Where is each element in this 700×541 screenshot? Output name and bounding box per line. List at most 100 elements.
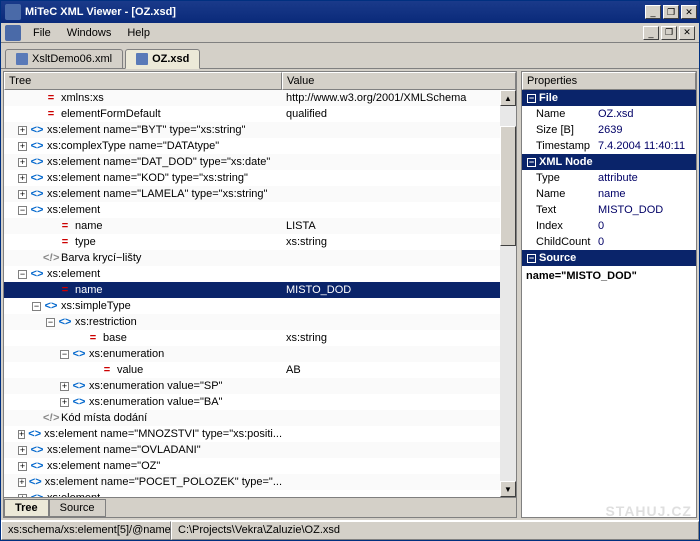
tree-body[interactable]: =xmlns:xshttp://www.w3.org/2001/XMLSchem…: [4, 90, 516, 497]
mdi-minimize-button[interactable]: _: [643, 26, 659, 40]
collapse-icon[interactable]: −: [527, 158, 536, 167]
prop-row[interactable]: TextMISTO_DOD: [522, 202, 696, 218]
tree-row[interactable]: =typexs:string: [4, 234, 516, 250]
tab-xsltdemo[interactable]: XsltDemo06.xml: [5, 49, 123, 68]
menu-help[interactable]: Help: [119, 25, 158, 41]
menu-file[interactable]: File: [25, 25, 59, 41]
tree-row[interactable]: +<>xs:element name="OVLADANI": [4, 442, 516, 458]
prop-row[interactable]: Typeattribute: [522, 170, 696, 186]
tree-row[interactable]: =nameLISTA: [4, 218, 516, 234]
prop-row[interactable]: Timestamp7.4.2004 11:40:11: [522, 138, 696, 154]
expand-icon[interactable]: +: [18, 142, 27, 151]
expand-icon[interactable]: +: [18, 174, 27, 183]
maximize-button[interactable]: ❐: [663, 5, 679, 19]
tree-row[interactable]: +<>xs:element name="KOD" type="xs:string…: [4, 170, 516, 186]
node-label: name: [75, 284, 103, 296]
tree-row[interactable]: −<>xs:element: [4, 266, 516, 282]
attr-icon: =: [100, 364, 114, 376]
tree-row[interactable]: +<>xs:complexType name="DATAtype": [4, 138, 516, 154]
node-label: xs:element: [47, 492, 100, 497]
tree-row[interactable]: =xmlns:xshttp://www.w3.org/2001/XMLSchem…: [4, 90, 516, 106]
tree-row[interactable]: =valueAB: [4, 362, 516, 378]
expand-icon[interactable]: +: [18, 126, 27, 135]
node-label: xs:element name="MNOZSTVI" type="xs:posi…: [44, 428, 282, 440]
tree-row[interactable]: +<>xs:enumeration value="BA": [4, 394, 516, 410]
properties-body[interactable]: −FileNameOZ.xsdSize [B]2639Timestamp7.4.…: [522, 90, 696, 517]
prop-row[interactable]: ChildCount0: [522, 234, 696, 250]
node-label: xs:element name="OZ": [47, 460, 160, 472]
scroll-down-button[interactable]: ▼: [500, 481, 516, 497]
tree-row[interactable]: =nameMISTO_DOD: [4, 282, 516, 298]
prop-row[interactable]: Size [B]2639: [522, 122, 696, 138]
mdi-close-button[interactable]: ✕: [679, 26, 695, 40]
tree-tab[interactable]: Tree: [4, 499, 49, 517]
tree-row[interactable]: <!>Kód místa dodání: [4, 410, 516, 426]
prop-value: MISTO_DOD: [598, 204, 696, 216]
prop-key: Timestamp: [522, 140, 598, 152]
tree-row[interactable]: +<>xs:element name="BYT" type="xs:string…: [4, 122, 516, 138]
menu-windows[interactable]: Windows: [59, 25, 120, 41]
prop-row[interactable]: Index0: [522, 218, 696, 234]
tab-oz-xsd[interactable]: OZ.xsd: [125, 49, 200, 69]
collapse-icon[interactable]: −: [527, 94, 536, 103]
expand-icon[interactable]: +: [60, 398, 69, 407]
tree-row[interactable]: <!>Barva krycí−lišty: [4, 250, 516, 266]
node-label: xs:enumeration: [89, 348, 164, 360]
tree-row[interactable]: −<>xs:simpleType: [4, 298, 516, 314]
prop-section-header[interactable]: −Source: [522, 250, 696, 266]
tree-row[interactable]: −<>xs:restriction: [4, 314, 516, 330]
tree-row[interactable]: +<>xs:element name="POCET_POLOZEK" type=…: [4, 474, 516, 490]
tree-panel: Tree Value =xmlns:xshttp://www.w3.org/20…: [3, 71, 517, 518]
expand-icon[interactable]: +: [18, 158, 27, 167]
scroll-up-button[interactable]: ▲: [500, 90, 516, 106]
node-label: value: [117, 364, 143, 376]
tree-row[interactable]: +<>xs:enumeration value="SP": [4, 378, 516, 394]
tree-row[interactable]: −<>xs:enumeration: [4, 346, 516, 362]
source-tab[interactable]: Source: [49, 499, 106, 517]
minimize-button[interactable]: _: [645, 5, 661, 19]
vertical-scrollbar[interactable]: ▲ ▼: [500, 90, 516, 497]
node-value: LISTA: [282, 220, 516, 232]
tree-row[interactable]: +<>xs:element name="DAT_DOD" type="xs:da…: [4, 154, 516, 170]
prop-value: OZ.xsd: [598, 108, 696, 120]
expand-icon[interactable]: −: [32, 302, 41, 311]
statusbar: xs:schema/xs:element[5]/@name C:\Project…: [1, 520, 699, 540]
expand-icon[interactable]: +: [18, 494, 27, 498]
prop-key: Type: [522, 172, 598, 184]
expand-icon[interactable]: +: [18, 446, 27, 455]
close-button[interactable]: ✕: [681, 5, 697, 19]
prop-value: 7.4.2004 11:40:11: [598, 140, 696, 152]
prop-row[interactable]: NameOZ.xsd: [522, 106, 696, 122]
prop-key: Index: [522, 220, 598, 232]
prop-section-header[interactable]: −XML Node: [522, 154, 696, 170]
expand-icon[interactable]: −: [18, 270, 27, 279]
tree-row[interactable]: =basexs:string: [4, 330, 516, 346]
expand-icon[interactable]: +: [18, 430, 25, 439]
expand-icon[interactable]: +: [18, 462, 27, 471]
collapse-icon[interactable]: −: [527, 254, 536, 263]
prop-section-header[interactable]: −File: [522, 90, 696, 106]
attr-icon: =: [44, 92, 58, 104]
scroll-thumb[interactable]: [500, 126, 516, 246]
prop-row[interactable]: Namename: [522, 186, 696, 202]
expand-icon[interactable]: +: [18, 190, 27, 199]
tree-row[interactable]: +<>xs:element name="MNOZSTVI" type="xs:p…: [4, 426, 516, 442]
expand-icon[interactable]: +: [60, 382, 69, 391]
mdi-icon: [5, 25, 21, 41]
attr-icon: =: [58, 236, 72, 248]
tree-row[interactable]: +<>xs:element name="OZ": [4, 458, 516, 474]
expand-icon[interactable]: −: [46, 318, 55, 327]
tab-label: OZ.xsd: [152, 53, 189, 65]
tree-row[interactable]: +<>xs:element: [4, 490, 516, 497]
col-tree[interactable]: Tree: [4, 72, 282, 90]
expand-icon[interactable]: −: [18, 206, 27, 215]
tree-row[interactable]: −<>xs:element: [4, 202, 516, 218]
tree-row[interactable]: =elementFormDefaultqualified: [4, 106, 516, 122]
node-label: Kód místa dodání: [61, 412, 147, 424]
elem-icon: <>: [30, 268, 44, 280]
mdi-restore-button[interactable]: ❐: [661, 26, 677, 40]
tree-row[interactable]: +<>xs:element name="LAMELA" type="xs:str…: [4, 186, 516, 202]
col-value[interactable]: Value: [282, 72, 516, 90]
expand-icon[interactable]: −: [60, 350, 69, 359]
expand-icon[interactable]: +: [18, 478, 26, 487]
